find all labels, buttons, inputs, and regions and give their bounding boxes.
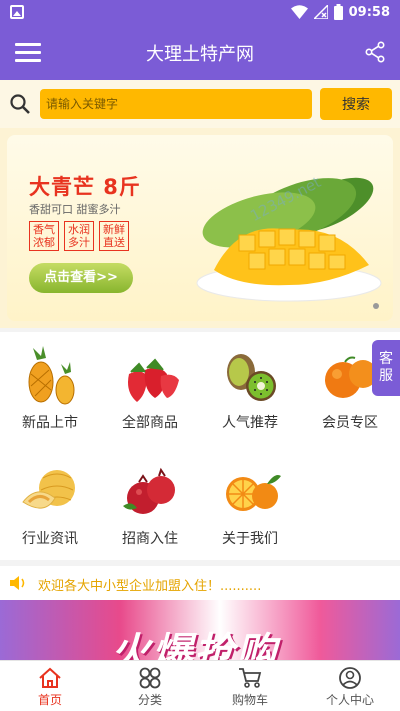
nav-label: 个人中心 [325,693,374,707]
category-icon [139,667,161,689]
notice-text: 欢迎各大中小型企业加盟入住！.......... [38,579,262,594]
nav-category[interactable]: 分类 [100,661,200,711]
page-title: 大理土特产网 [146,44,254,65]
category-label: 关于我们 [222,531,278,547]
category-label: 行业资讯 [22,531,78,547]
bottom-navigation: 首页 分类 购物车 个人中心 [0,660,400,711]
orange-slice-icon [226,475,281,511]
notice-bar[interactable]: 欢迎各大中小型企业加盟入住！.......... [0,566,400,600]
search-input[interactable] [40,89,312,119]
category-item-popular[interactable]: 人气推荐 [200,346,300,432]
promo-title: 火爆抢购 [110,630,278,660]
image-icon [10,5,24,19]
no-signal-icon [313,5,328,19]
category-label: 会员专区 [322,415,378,431]
pomegranate-icon [123,467,175,514]
category-label: 招商入住 [122,531,178,547]
banner-view-button[interactable]: 点击查看>> [29,263,133,293]
pineapple-icon [28,346,75,405]
nav-label: 分类 [137,693,162,707]
category-label: 新品上市 [22,415,78,431]
battery-icon [333,4,343,20]
app-bar: 大理土特产网 [0,26,400,80]
category-item-news[interactable]: 行业资讯 [0,462,100,548]
speaker-icon [10,576,25,590]
banner-carousel: 大青芒 8斤 香甜可口 甜蜜多汁 香气 浓郁 水润 多汁 新鲜 直送 点击查看>> 1… [0,128,400,328]
nav-cart[interactable]: 购物车 [200,661,300,711]
category-item-about[interactable]: 关于我们 [200,462,300,548]
banner-slide[interactable]: 大青芒 8斤 香甜可口 甜蜜多汁 香气 浓郁 水润 多汁 新鲜 直送 点击查看>> 1… [7,135,393,321]
search-button[interactable]: 搜索 [320,88,392,120]
status-bar: 09:58 [0,0,400,26]
strawberry-icon [128,358,179,402]
banner-tags: 香气 浓郁 水润 多汁 新鲜 直送 [29,221,129,251]
search-icon [10,94,30,114]
banner-tag: 水润 多汁 [64,221,94,251]
nav-label: 购物车 [231,693,268,707]
home-icon [39,667,61,688]
promo-banner[interactable]: 火爆抢购 [0,600,400,660]
category-grid: 新品上市 全部商品 人气推荐 会员专区 行业资讯 招商入住 关于我们 [0,332,400,560]
share-icon[interactable] [364,41,386,63]
customer-service-button[interactable]: 客服 [372,340,400,396]
banner-title: 大青芒 8斤 [29,175,141,199]
category-item-new[interactable]: 新品上市 [0,346,100,432]
mango-image [196,177,382,302]
carousel-indicator[interactable] [373,303,379,309]
category-label: 人气推荐 [222,415,278,431]
cart-icon [239,668,262,688]
category-item-merchants[interactable]: 招商入住 [100,462,200,548]
wifi-icon [290,5,308,19]
banner-subtitle: 香甜可口 甜蜜多汁 [29,203,121,216]
banner-tag: 新鲜 直送 [99,221,129,251]
nav-home[interactable]: 首页 [0,661,100,711]
nav-profile[interactable]: 个人中心 [300,661,400,711]
category-item-all[interactable]: 全部商品 [100,346,200,432]
kiwi-icon [227,354,276,401]
status-time: 09:58 [348,4,390,20]
category-label: 全部商品 [122,415,178,431]
nav-label: 首页 [37,693,62,707]
user-icon [339,667,361,689]
search-bar: 搜索 [0,80,400,128]
melon-icon [22,470,75,509]
banner-tag: 香气 浓郁 [29,221,59,251]
